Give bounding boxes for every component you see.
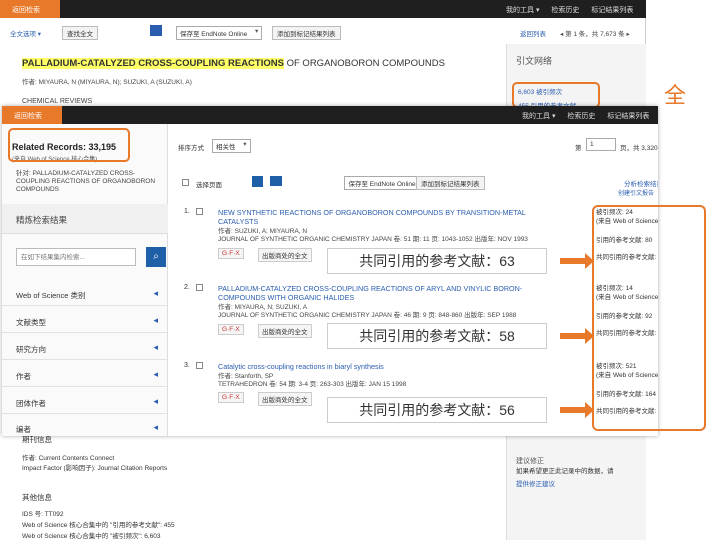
front-return-search-button[interactable]: 返回检索 <box>2 106 62 124</box>
record-number: 1. <box>184 208 190 215</box>
back-search-history[interactable]: 检索历史 <box>551 7 579 14</box>
back-top-bar: 返回检索 我的工具 ▾ 检索历史 标记结果列表 <box>0 0 646 18</box>
back-correction-text: 如果希望更正此记录中的数据，请 <box>516 468 614 475</box>
back-full-text-options[interactable]: 全文选项 ▾ <box>10 28 41 38</box>
back-menu: 我的工具 ▾ 检索历史 标记结果列表 <box>506 5 633 15</box>
facet-group-author[interactable]: 团体作者 ◂ <box>2 390 168 414</box>
record-checkbox[interactable] <box>196 284 203 291</box>
back-article-title: PALLADIUM-CATALYZED CROSS-COUPLING REACT… <box>22 58 502 69</box>
publisher-fulltext-button[interactable]: 出版商处的全文 <box>258 324 312 338</box>
gfx-button[interactable]: G·F·X <box>218 324 244 335</box>
back-page-info[interactable]: ◂ 第 1 条，共 7,673 条 ▸ <box>560 28 630 38</box>
gfx-button[interactable]: G·F·X <box>218 392 244 403</box>
record-number: 2. <box>184 284 190 291</box>
record-title-link[interactable]: Catalytic cross-coupling reactions in bi… <box>218 362 548 371</box>
page-input[interactable]: 1 <box>586 138 616 151</box>
back-title-highlight: PALLADIUM-CATALYZED CROSS-COUPLING REACT… <box>22 58 284 69</box>
callout-shared-refs-3: 共同引用的参考文献：56 <box>327 397 547 423</box>
front-search-history[interactable]: 检索历史 <box>567 113 595 120</box>
back-correction-link[interactable]: 提供修正建议 <box>516 478 555 488</box>
citation-report-link[interactable]: 创建引文报告 <box>618 188 654 197</box>
chevron-left-icon: ◂ <box>153 342 158 352</box>
facet-wos-category[interactable]: Web of Science 类别 ◂ <box>2 282 168 306</box>
record-checkbox[interactable] <box>196 208 203 215</box>
record-source: TETRAHEDRON 卷: 54 期: 3-4 页: 263-303 出版年:… <box>218 381 407 388</box>
record-source: JOURNAL OF SYNTHETIC ORGANIC CHEMISTRY J… <box>218 236 528 243</box>
record-title-link[interactable]: NEW SYNTHETIC REACTIONS OF ORGANOBORON C… <box>218 208 548 226</box>
page-total: 页，共 3,320 页 <box>620 145 658 152</box>
sort-select[interactable]: 相关性 <box>212 139 251 153</box>
record-authors: 作者: SUZUKI, A; MIYAURA, N <box>218 228 308 235</box>
arrow-right-icon <box>560 402 594 418</box>
select-page-checkbox[interactable] <box>182 179 189 186</box>
chevron-left-icon: ◂ <box>153 288 158 298</box>
record-authors: 作者: Stanforth, SP <box>218 373 274 380</box>
record-title-link[interactable]: PALLADIUM-CATALYZED CROSS-COUPLING REACT… <box>218 284 548 302</box>
back-other-info-line1: IDS 号: TT092 <box>22 511 64 518</box>
back-title-rest: OF ORGANOBORON COMPOUNDS <box>283 58 445 69</box>
refine-search-input[interactable] <box>16 248 136 266</box>
back-save-select[interactable]: 保存至 EndNote Online <box>176 26 263 40</box>
arrow-right-icon <box>560 328 594 344</box>
back-fetch-button[interactable]: 查找全文 <box>62 26 98 40</box>
chevron-left-icon: ◂ <box>153 315 158 325</box>
back-other-info-line3: Web of Science 核心合集中的 "被引频次": 6,603 <box>22 533 161 540</box>
facet-research-area[interactable]: 研究方向 ◂ <box>2 336 168 360</box>
front-marked-list[interactable]: 标记结果列表 <box>607 113 649 120</box>
arrow-right-icon <box>560 253 594 269</box>
page-label: 第 <box>575 145 582 152</box>
search-icon: ⌕ <box>153 251 159 262</box>
refine-search-button[interactable]: ⌕ <box>146 247 166 267</box>
back-authors: 作者: MIYAURA, N (MIYAURA, N); SUZUKI, A (… <box>22 79 192 86</box>
print-icon[interactable] <box>252 176 263 187</box>
back-return-search-button[interactable]: 返回检索 <box>0 0 60 18</box>
facet-document-type[interactable]: 文献类型 ◂ <box>2 309 168 333</box>
chevron-left-icon: ◂ <box>153 369 158 379</box>
quan-char: 全 <box>664 83 687 108</box>
stats-highlight-box <box>592 205 706 431</box>
sort-label: 排序方式 <box>178 145 204 152</box>
front-top-bar: 返回检索 我的工具 ▾ 检索历史 标记结果列表 <box>2 106 658 124</box>
back-marked-list[interactable]: 标记结果列表 <box>591 7 633 14</box>
back-other-info-heading: 其他信息 <box>22 493 52 502</box>
back-my-tools[interactable]: 我的工具 ▾ <box>506 7 539 14</box>
back-correction-heading: 建议修正 <box>516 458 544 465</box>
back-highlight-box <box>512 82 600 108</box>
gfx-button[interactable]: G·F·X <box>218 248 244 259</box>
back-toolbar: 全文选项 ▾ 查找全文 保存至 EndNote Online 添加到标记结果列表… <box>0 22 646 42</box>
email-icon[interactable] <box>270 176 282 186</box>
publisher-fulltext-button[interactable]: 出版商处的全文 <box>258 248 312 262</box>
back-journal-info-line2: Impact Factor (影响因子): Journal Citation R… <box>22 465 168 472</box>
record-source: JOURNAL OF SYNTHETIC ORGANIC CHEMISTRY J… <box>218 312 517 319</box>
callout-shared-refs-1: 共同引用的参考文献：63 <box>327 248 547 274</box>
back-add-to-list[interactable]: 添加到标记结果列表 <box>272 26 341 40</box>
callout-shared-refs-2: 共同引用的参考文献：58 <box>327 323 547 349</box>
back-print-icon[interactable] <box>150 25 162 36</box>
refine-heading: 精炼检索结果 <box>2 204 168 234</box>
record-checkbox[interactable] <box>196 362 203 369</box>
back-citation-network-heading: 引文网络 <box>516 56 553 66</box>
back-journal-info-line1: 作者: Current Contents Connect <box>22 455 115 462</box>
record-number: 3. <box>184 362 190 369</box>
back-other-info-line2: Web of Science 核心合集中的 "引用的参考文献": 455 <box>22 522 175 529</box>
select-page-label: 选择页面 <box>196 182 222 189</box>
publisher-fulltext-button[interactable]: 出版商处的全文 <box>258 392 312 406</box>
for-query-label: 针对: PALLADIUM-CATALYZED CROSS-COUPLING R… <box>16 170 156 193</box>
record-authors: 作者: MIYAURA, N; SUZUKI, A <box>218 304 308 311</box>
related-count-highlight <box>8 128 130 162</box>
chevron-left-icon: ◂ <box>153 396 158 406</box>
add-to-marked-list-button[interactable]: 添加到标记结果列表 <box>416 176 485 190</box>
facet-editor[interactable]: 编者 ◂ <box>2 416 168 436</box>
front-menu: 我的工具 ▾ 检索历史 标记结果列表 <box>522 111 649 121</box>
back-to-list-link[interactable]: 返回列表 <box>520 28 546 38</box>
chevron-left-icon: ◂ <box>153 422 158 432</box>
back-journal: CHEMICAL REVIEWS <box>22 98 93 105</box>
front-my-tools[interactable]: 我的工具 ▾ <box>522 113 555 120</box>
facet-author[interactable]: 作者 ◂ <box>2 363 168 387</box>
analyze-results-link[interactable]: 分析检索结果 <box>624 178 658 188</box>
